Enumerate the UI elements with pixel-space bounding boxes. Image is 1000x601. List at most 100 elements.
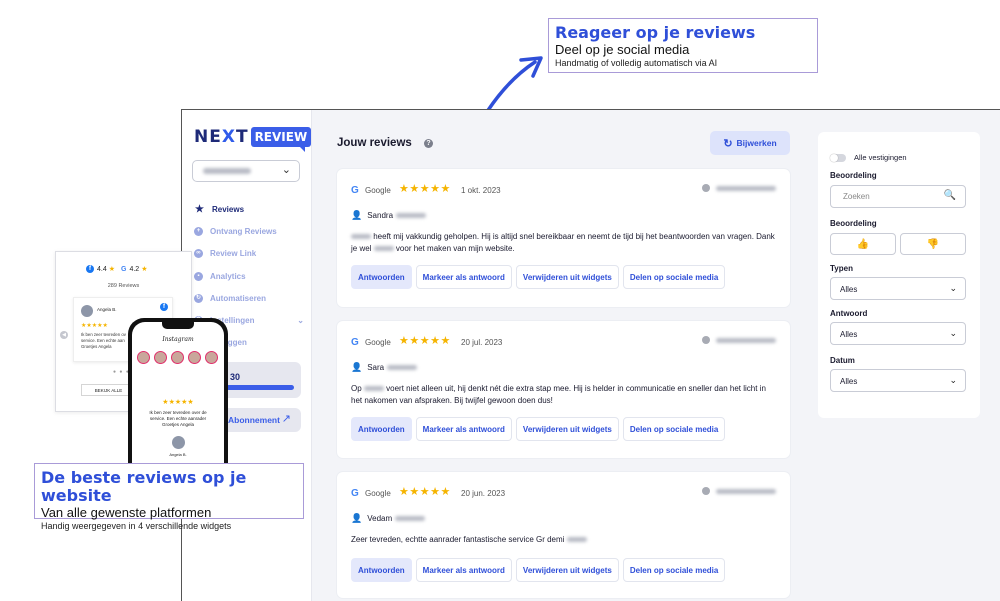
callout-reply-reviews: Reageer op je reviews Deel op je social … — [548, 18, 818, 73]
all-locations-toggle[interactable] — [830, 153, 846, 162]
all-locations-toggle-row: Alle vestigingen — [830, 153, 907, 162]
callout-subheading: Van alle gewenste platformen — [41, 505, 212, 520]
star-icon: ★ — [195, 203, 204, 215]
chevron-left-icon[interactable]: ◀ — [60, 331, 68, 339]
reply-button[interactable]: Antwoorden — [351, 558, 412, 582]
refresh-button[interactable]: ↻ Bijwerken — [710, 131, 790, 155]
review-text: heeft mij vakkundig geholpen. Hij is alt… — [351, 232, 775, 253]
thumbs-up-button[interactable]: 👍 — [830, 233, 896, 255]
callout-heading: De beste reviews op je website — [41, 468, 247, 505]
review-location — [702, 184, 776, 192]
star-icon: ★ — [141, 266, 148, 273]
location-select[interactable]: ⌄ — [192, 160, 300, 182]
review-card: G Google ★★★★★ 20 jul. 2023 👤 Sara Op voe… — [337, 321, 790, 458]
chevron-down-icon: ⌄ — [949, 283, 957, 293]
filter-label-datum: Datum — [830, 356, 855, 365]
sidebar-item-reviews[interactable]: ★ Reviews — [194, 198, 304, 220]
credits-value: 30 — [230, 372, 241, 382]
review-author: 👤 Sandra — [351, 210, 427, 221]
story-avatars — [137, 351, 222, 364]
callout-small-text: Handig weergegeven in 4 verschillende wi… — [41, 521, 232, 531]
search-field[interactable]: 🔍 — [830, 185, 966, 208]
review-actions: Antwoorden Markeer als antwoord Verwijde… — [351, 265, 729, 289]
thumbs-down-button[interactable]: 👎 — [900, 233, 966, 255]
remove-from-widgets-button[interactable]: Verwijderen uit widgets — [515, 417, 619, 441]
star-rating: ★★★★★ — [399, 486, 451, 498]
mark-answered-button[interactable]: Markeer als antwoord — [415, 265, 512, 289]
filter-label-beoordeling-2: Beoordeling — [830, 219, 877, 228]
chart-icon: ▪ — [194, 271, 203, 281]
sidebar-item-automatiseren[interactable]: ↻ Automatiseren — [194, 287, 304, 309]
widget-review-count: 289 Reviews — [107, 283, 140, 289]
filter-label-antwoord: Antwoord — [830, 309, 868, 318]
review-location — [702, 336, 776, 344]
avatar — [154, 351, 167, 364]
page-title: Jouw reviews — [337, 137, 412, 149]
share-social-button[interactable]: Delen op sociale media — [622, 558, 726, 582]
location-pin-icon — [702, 184, 710, 192]
google-icon: G — [351, 488, 359, 499]
callout-subheading: Deel op je social media — [555, 42, 690, 57]
chevron-down-icon: ⌄ — [281, 164, 291, 176]
avatar — [171, 351, 184, 364]
person-icon: 👤 — [351, 210, 363, 220]
star-rating: ★★★★★ — [399, 335, 451, 347]
facebook-icon: f — [86, 265, 94, 273]
review-text: Zeer tevreden, echtte aanrader fantastis… — [351, 534, 776, 546]
date-select[interactable]: Alles ⌄ — [830, 369, 966, 392]
sidebar-item-analytics[interactable]: ▪ Analytics — [194, 265, 304, 287]
mark-answered-button[interactable]: Markeer als antwoord — [415, 558, 512, 582]
avatar — [188, 351, 201, 364]
remove-from-widgets-button[interactable]: Verwijderen uit widgets — [515, 265, 619, 289]
review-location — [702, 487, 776, 495]
nextreview-logo[interactable]: NEXT REVIEW — [194, 122, 312, 152]
review-card: G Google ★★★★★ 1 okt. 2023 👤 Sandra heeft… — [337, 169, 790, 307]
share-social-button[interactable]: Delen op sociale media — [622, 265, 726, 289]
search-input[interactable] — [843, 192, 938, 201]
callout-heading: Reageer op je reviews — [555, 23, 756, 42]
chevron-down-icon: ⌄ — [297, 316, 304, 326]
thumbs-down-icon: 👎 — [926, 238, 940, 250]
filter-label-typen: Typen — [830, 264, 853, 273]
callout-small-text: Handmatig of volledig automatisch via AI — [555, 58, 718, 68]
avatar — [137, 351, 150, 364]
remove-from-widgets-button[interactable]: Verwijderen uit widgets — [515, 558, 619, 582]
person-icon: 👤 — [351, 362, 363, 372]
google-icon: G — [351, 337, 359, 348]
sidebar-item-ontvang-reviews[interactable]: + Ontvang Reviews — [194, 220, 304, 242]
refresh-icon: ↻ — [723, 137, 733, 150]
types-select[interactable]: Alles ⌄ — [830, 277, 966, 300]
star-rating: ★★★★★ — [399, 183, 451, 195]
review-date: 20 jul. 2023 — [461, 338, 503, 347]
review-actions: Antwoorden Markeer als antwoord Verwijde… — [351, 417, 729, 441]
avatar — [172, 436, 185, 449]
mark-answered-button[interactable]: Markeer als antwoord — [415, 417, 512, 441]
main-content: Jouw reviews ? ↻ Bijwerken G Google ★★★★… — [313, 110, 1000, 601]
filter-label-beoordeling: Beoordeling — [830, 171, 877, 180]
instagram-post: ★★★★★ Ik ben zeer tevreden over de servi… — [136, 388, 220, 468]
chevron-down-icon: ⌄ — [949, 328, 957, 338]
review-text: Op voert niet alleen uit, hij denkt nét … — [351, 384, 766, 405]
avatar — [81, 305, 93, 317]
search-icon[interactable]: 🔍 — [944, 190, 956, 201]
google-icon: G — [121, 265, 127, 273]
chevron-down-icon: ⌄ — [949, 375, 957, 385]
review-author: 👤 Sara — [351, 362, 418, 373]
google-icon: G — [351, 185, 359, 196]
reply-button[interactable]: Antwoorden — [351, 417, 412, 441]
answer-select[interactable]: Alles ⌄ — [830, 322, 966, 345]
credits-progress-bar — [226, 385, 294, 390]
external-link-icon: ↗ — [281, 413, 291, 425]
location-pin-icon — [702, 487, 710, 495]
review-actions: Antwoorden Markeer als antwoord Verwijde… — [351, 558, 729, 582]
filter-panel: Alle vestigingen Beoordeling 🔍 Beoordeli… — [818, 132, 980, 418]
person-icon: 👤 — [351, 513, 363, 523]
callout-website-reviews: De beste reviews op je website Van alle … — [34, 463, 304, 531]
automation-icon: ↻ — [194, 293, 203, 303]
help-icon[interactable]: ? — [424, 139, 433, 148]
sidebar-item-review-link[interactable]: ∞ Review Link — [194, 243, 304, 265]
plus-circle-icon: + — [194, 226, 203, 236]
star-icon: ★ — [108, 266, 116, 273]
reply-button[interactable]: Antwoorden — [351, 265, 412, 289]
share-social-button[interactable]: Delen op sociale media — [622, 417, 726, 441]
